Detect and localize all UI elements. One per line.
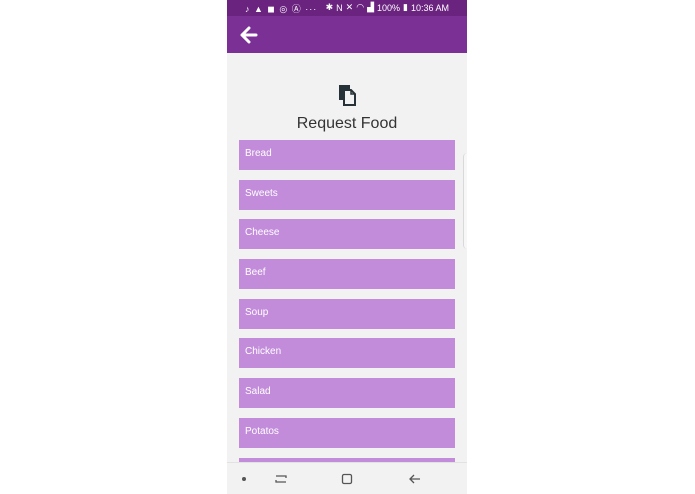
back-button[interactable] xyxy=(237,23,261,47)
recent-apps-icon xyxy=(275,475,287,483)
bluetooth-icon: ✱ xyxy=(325,2,334,12)
status-time: 10:36 AM xyxy=(410,2,449,13)
food-item-salad[interactable]: Salad xyxy=(239,378,455,409)
battery-percent: 100% xyxy=(376,2,401,13)
home-button[interactable] xyxy=(338,471,356,487)
signal-icon: ▟ xyxy=(367,2,374,12)
phone-screen: ♪ ▲ ◼ ◎ Ⓐ ··· ✱ N ✕ ◠ ▟ 100% ▮ 10:36 AM … xyxy=(227,0,467,494)
food-item-cheese[interactable]: Cheese xyxy=(239,219,455,250)
back-arrow-icon xyxy=(409,474,420,484)
dot-icon xyxy=(235,471,253,487)
food-list: Bread Sweets Cheese Beef Soup Chicken Sa… xyxy=(239,140,455,462)
food-item-bread[interactable]: Bread xyxy=(239,140,455,170)
food-item-sweets[interactable]: Sweets xyxy=(239,179,455,210)
food-item-beef[interactable]: Beef xyxy=(239,259,455,290)
wifi-icon: ◠ xyxy=(356,2,365,12)
app-bar xyxy=(227,16,467,53)
back-nav-button[interactable] xyxy=(406,471,424,487)
page-title: Request Food xyxy=(296,115,398,132)
status-right: ✱ N ✕ ◠ ▟ 100% ▮ 10:36 AM xyxy=(326,2,449,13)
edge-panel-handle[interactable] xyxy=(463,153,467,249)
status-bar: ♪ ▲ ◼ ◎ Ⓐ ··· ✱ N ✕ ◠ ▟ 100% ▮ 10:36 AM xyxy=(227,0,467,16)
notification-icons: ♪ ▲ ◼ ◎ Ⓐ ··· xyxy=(245,4,318,14)
food-item-chicken[interactable]: Chicken xyxy=(239,338,455,369)
food-item-potatos[interactable]: Potatos xyxy=(239,417,455,448)
home-icon xyxy=(341,473,353,485)
recent-apps-button[interactable] xyxy=(272,471,290,487)
document-copy-icon xyxy=(339,85,356,106)
mute-icon: ✕ xyxy=(345,2,354,12)
battery-icon: ▮ xyxy=(403,2,408,12)
food-item-soup[interactable]: Soup xyxy=(239,298,455,329)
navigation-bar xyxy=(227,462,467,494)
arrow-left-icon xyxy=(240,26,258,44)
nfc-icon: N xyxy=(336,2,343,13)
main-content: Request Food Bread Sweets Cheese Beef So… xyxy=(227,53,467,462)
